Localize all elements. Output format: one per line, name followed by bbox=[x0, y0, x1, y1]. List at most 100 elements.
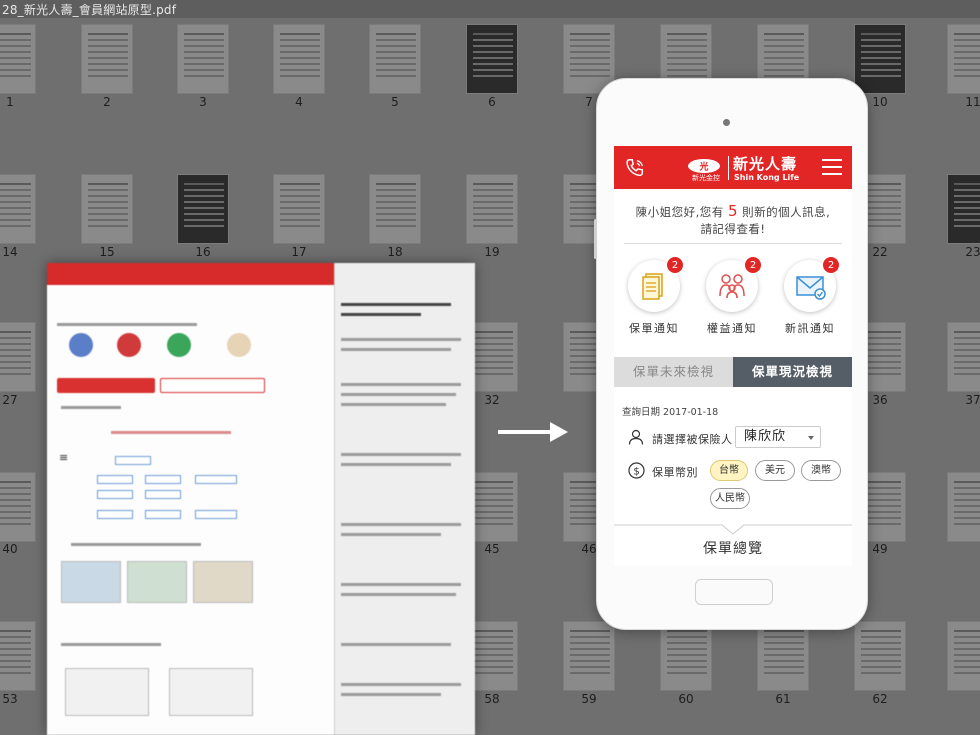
page-number: 1 bbox=[6, 95, 14, 109]
page-thumbnail[interactable] bbox=[660, 621, 712, 691]
hamburger-menu-icon[interactable] bbox=[822, 159, 842, 176]
currency-option-twd[interactable]: 台幣 bbox=[710, 460, 748, 481]
preview-text-line bbox=[341, 403, 446, 406]
currency-option-usd[interactable]: 美元 bbox=[755, 460, 795, 481]
section-divider bbox=[614, 524, 852, 535]
chevron-down-icon bbox=[808, 436, 814, 440]
page-thumbnail[interactable] bbox=[947, 621, 980, 691]
preview-text-line bbox=[341, 693, 441, 696]
page-thumbnail[interactable] bbox=[947, 322, 980, 392]
currency-label: 保單幣別 bbox=[652, 466, 698, 479]
preview-box bbox=[145, 490, 181, 499]
notification-policy[interactable]: 2 保單通知 bbox=[627, 256, 684, 336]
page-number: 62 bbox=[872, 692, 888, 706]
preview-box bbox=[115, 456, 151, 465]
page-number: 59 bbox=[581, 692, 597, 706]
family-icon: 2 bbox=[706, 256, 762, 312]
page-thumbnail[interactable] bbox=[273, 24, 325, 94]
arrow-right-icon bbox=[498, 422, 568, 442]
page-number: 60 bbox=[678, 692, 694, 706]
preview-text-line bbox=[61, 643, 161, 646]
preview-main-column: ≡ bbox=[47, 263, 334, 735]
logo-divider bbox=[728, 156, 729, 180]
page-thumbnail[interactable] bbox=[0, 472, 36, 542]
preview-icon bbox=[117, 333, 141, 357]
page-thumbnail[interactable] bbox=[81, 174, 133, 244]
svg-text:光: 光 bbox=[698, 161, 708, 173]
phone-call-icon[interactable] bbox=[624, 157, 646, 179]
brand-name-zh: 新光人壽 bbox=[733, 155, 798, 173]
preview-text-line bbox=[341, 338, 461, 341]
preview-text-line bbox=[341, 593, 456, 596]
svg-text:$: $ bbox=[633, 467, 639, 478]
page-number: 3 bbox=[199, 95, 207, 109]
preview-text-line bbox=[341, 583, 461, 586]
preview-tab bbox=[160, 378, 265, 393]
notification-rights[interactable]: 2 權益通知 bbox=[705, 256, 762, 336]
preview-box bbox=[195, 510, 237, 519]
page-number: 2 bbox=[103, 95, 111, 109]
preview-icon bbox=[167, 333, 191, 357]
page-thumbnail[interactable] bbox=[0, 24, 36, 94]
page-thumbnail[interactable] bbox=[177, 24, 229, 94]
page-thumbnail[interactable] bbox=[563, 621, 615, 691]
page-thumbnail[interactable] bbox=[273, 174, 325, 244]
notification-news[interactable]: 2 新訊通知 bbox=[783, 256, 840, 336]
page-thumbnail[interactable] bbox=[369, 174, 421, 244]
page-thumbnail[interactable] bbox=[947, 24, 980, 94]
page-number: 15 bbox=[99, 245, 115, 259]
page-thumbnail[interactable] bbox=[947, 472, 980, 542]
page-number: 5 bbox=[391, 95, 399, 109]
page-thumbnail[interactable] bbox=[0, 174, 36, 244]
preview-text-line bbox=[341, 393, 456, 396]
notification-badge: 2 bbox=[822, 256, 840, 274]
page-thumbnail[interactable] bbox=[177, 174, 229, 244]
window-titlebar: 28_新光人壽_會員網站原型.pdf bbox=[0, 0, 980, 18]
page-number: 4 bbox=[295, 95, 303, 109]
preview-text-line bbox=[341, 683, 461, 686]
brand-name-en: Shin Kong Life bbox=[734, 173, 800, 182]
page-thumbnail[interactable] bbox=[854, 24, 906, 94]
preview-icon bbox=[227, 333, 251, 357]
page-number: 23 bbox=[965, 245, 980, 259]
preview-header bbox=[47, 263, 334, 285]
preview-text-line bbox=[57, 323, 197, 326]
tab-policy-future[interactable]: 保單未來檢視 bbox=[614, 357, 733, 387]
page-number: 16 bbox=[195, 245, 211, 259]
page-thumbnail[interactable] bbox=[81, 24, 133, 94]
page-thumbnail[interactable] bbox=[369, 24, 421, 94]
preview-text-line bbox=[341, 643, 451, 646]
page-thumbnail[interactable] bbox=[466, 174, 518, 244]
page-thumbnail[interactable] bbox=[0, 322, 36, 392]
page-thumbnail[interactable] bbox=[0, 621, 36, 691]
page-thumbnail[interactable] bbox=[757, 621, 809, 691]
page-number: 18 bbox=[387, 245, 403, 259]
preview-text-line bbox=[341, 453, 461, 456]
phone-screen: 光 新光金控 新光人壽 Shin Kong Life 陳小姐您好,您有 5 則新… bbox=[614, 146, 852, 566]
greeting-message: 陳小姐您好,您有 5 則新的個人訊息, 請記得查看! bbox=[614, 203, 852, 238]
currency-option-aud[interactable]: 澳幣 bbox=[801, 460, 841, 481]
insured-label: 請選擇被保險人 bbox=[652, 433, 733, 446]
insured-select[interactable]: 陳欣欣 bbox=[735, 426, 821, 448]
message-count: 5 bbox=[727, 202, 739, 220]
app-header: 光 新光金控 新光人壽 Shin Kong Life bbox=[614, 146, 852, 189]
preview-box bbox=[97, 475, 133, 484]
currency-option-cny[interactable]: 人民幣 bbox=[710, 488, 750, 509]
preview-image bbox=[127, 561, 187, 603]
page-thumbnail[interactable] bbox=[854, 621, 906, 691]
preview-text-line bbox=[341, 383, 461, 386]
preview-text-line bbox=[71, 543, 201, 546]
tab-policy-current[interactable]: 保單現況檢視 bbox=[733, 357, 852, 387]
divider bbox=[624, 243, 842, 244]
page-thumbnail[interactable] bbox=[947, 174, 980, 244]
page-thumbnail[interactable] bbox=[466, 24, 518, 94]
greeting-line2: 請記得查看! bbox=[700, 222, 766, 236]
dollar-icon: $ bbox=[628, 462, 645, 479]
preview-text: ≡ bbox=[59, 451, 69, 464]
preview-box bbox=[97, 490, 133, 499]
preview-card bbox=[169, 668, 253, 716]
brand-group: 新光金控 bbox=[692, 174, 720, 182]
mail-icon: 2 bbox=[784, 256, 840, 312]
phone-side-button bbox=[594, 219, 597, 259]
notification-badge: 2 bbox=[744, 256, 762, 274]
